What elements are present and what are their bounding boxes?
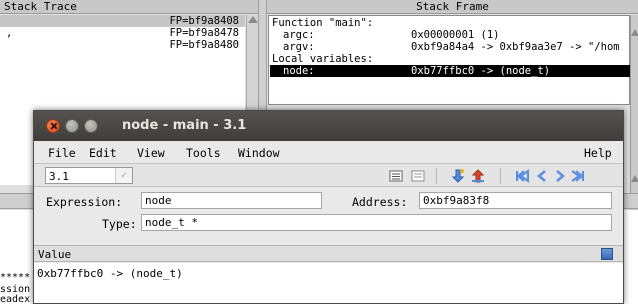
window-title: node - main - 3.1 [122,118,247,133]
frame-combo[interactable]: 3.1 ✓ [45,167,133,184]
step-up-icon[interactable] [470,168,486,184]
close-window-button[interactable] [46,119,60,133]
stack-trace-row[interactable]: FP=bf9a8408 [0,15,245,27]
menu-window[interactable]: Window [238,146,280,160]
expression-field[interactable]: node [141,192,322,209]
toolbar-separator [436,168,437,184]
local-name[interactable]: node: [283,65,315,77]
arg-name: argv: [283,41,315,53]
scroll-up-arrow-icon[interactable] [631,29,638,36]
address-field[interactable]: 0xbf9a83f8 [419,192,612,209]
stack-frame-pane[interactable]: Function "main": argc: 0x00000001 (1) ar… [268,15,630,105]
expression-label: Expression: [46,195,123,209]
scroll-up-arrow-icon[interactable] [248,16,258,23]
arg-value: 0x00000001 (1) [411,29,500,41]
scroll-up-arrow-icon[interactable] [631,175,638,182]
first-icon[interactable] [514,168,530,184]
type-label: Type: [102,217,137,231]
value-header-label: Value [38,248,72,261]
data-window: node - main - 3.1 File Edit View Tools W… [33,110,624,304]
previous-icon[interactable] [534,168,550,184]
menu-view[interactable]: View [137,146,165,160]
next-icon[interactable] [552,168,568,184]
stack-trace-row[interactable]: , FP=bf9a8478 [0,27,245,39]
expression-row: Expression: node Address: 0xbf9a83f8 [34,191,623,211]
menu-help[interactable]: Help [584,146,612,160]
maximize-window-button[interactable] [84,119,98,133]
value-options-icon[interactable] [601,248,613,260]
value-pane[interactable]: 0xb77ffbc0 -> (node_t) [34,263,623,303]
chevron-down-icon[interactable]: ✓ [115,168,132,183]
stack-trace-row[interactable]: FP=bf9a8480 [0,39,245,51]
menu-tools[interactable]: Tools [186,146,221,160]
stack-frame-title: Stack Frame [267,0,638,14]
address-label: Address: [352,195,408,209]
window-titlebar[interactable]: node - main - 3.1 [34,111,623,141]
stack-trace-row-fp: FP=bf9a8408 [169,15,239,27]
function-header: Function "main": [272,17,374,29]
minimize-window-button[interactable] [65,119,79,133]
arg-name: argc: [283,29,315,41]
menu-file[interactable]: File [48,146,76,160]
toolbar-separator [500,168,501,184]
list-view-icon[interactable] [388,168,404,184]
value-header: Value [34,245,623,262]
frame-combo-value: 3.1 [49,170,69,183]
stack-trace-row-fp: FP=bf9a8480 [169,39,239,51]
toolbar: 3.1 ✓ [34,163,623,187]
stack-trace-row-fp: FP=bf9a8478 [169,27,239,39]
type-row: Type: node_t * [34,213,623,233]
type-field[interactable]: node_t * [141,214,612,231]
details-view-icon[interactable] [410,168,426,184]
local-value[interactable]: 0xb77ffbc0 -> (node_t) [411,65,550,77]
locals-header: Local variables: [272,53,374,65]
value-text: 0xb77ffbc0 -> (node_t) [37,267,183,280]
stack-trace-row-mark: , [6,27,13,39]
step-down-icon[interactable] [450,168,466,184]
stack-trace-title: Stack Trace [0,0,258,14]
last-icon[interactable] [570,168,586,184]
arg-value: 0xbf9a84a4 -> 0xbf9aa3e7 -> "/hom [411,41,620,53]
menu-edit[interactable]: Edit [89,146,117,160]
menu-bar: File Edit View Tools Window Help [34,142,623,162]
